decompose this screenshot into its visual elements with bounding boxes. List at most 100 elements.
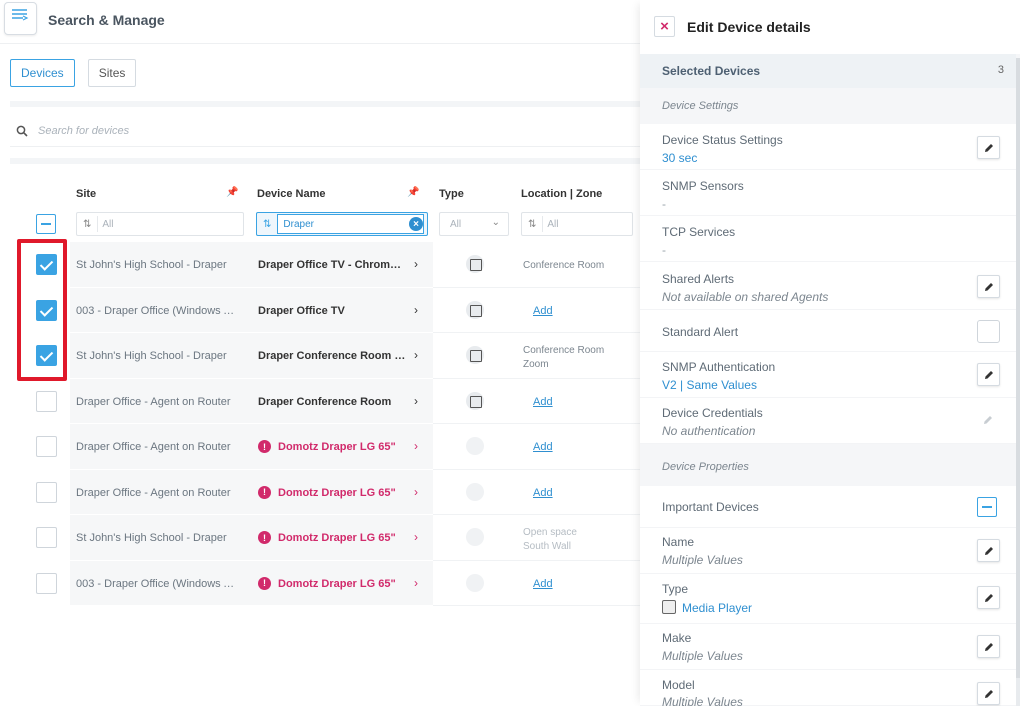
- add-location-link[interactable]: Add: [533, 487, 553, 499]
- prop-label: Make: [662, 631, 692, 645]
- add-location-link[interactable]: Add: [533, 305, 553, 317]
- site-cell: 003 - Draper Office (Windows Agent): [76, 577, 241, 590]
- column-header-type[interactable]: Type: [439, 188, 464, 200]
- pencil-icon: [985, 690, 993, 698]
- prop-label: Important Devices: [662, 500, 759, 514]
- device-name-cell[interactable]: ! Domotz Draper LG 65" ›: [250, 561, 432, 607]
- device-name[interactable]: Draper Office TV - Chromecast: [258, 259, 406, 271]
- panel-title: Edit Device details: [687, 19, 811, 35]
- menu-icon: [12, 9, 29, 21]
- edit-button[interactable]: [977, 586, 1000, 609]
- chevron-right-icon[interactable]: ›: [414, 394, 418, 408]
- table-row[interactable]: St John's High School - Draper Draper Of…: [10, 242, 640, 288]
- row-checkbox[interactable]: [36, 481, 57, 503]
- device-name[interactable]: Draper Conference Room - Zoom: [258, 350, 406, 362]
- clear-filter-icon[interactable]: ×: [409, 217, 423, 231]
- chevron-right-icon[interactable]: ›: [414, 576, 418, 590]
- column-header-device-name[interactable]: Device Name: [257, 188, 326, 200]
- prop-value: Not available on shared Agents: [662, 290, 829, 304]
- prop-label: Device Status Settings: [662, 133, 783, 147]
- device-name[interactable]: Domotz Draper LG 65": [278, 487, 408, 499]
- chevron-right-icon[interactable]: ›: [414, 439, 418, 453]
- device-name-cell[interactable]: ! Domotz Draper LG 65" ›: [250, 424, 432, 470]
- table-row[interactable]: St John's High School - Draper ! Domotz …: [10, 515, 640, 561]
- standard-alert-checkbox[interactable]: [977, 320, 1000, 343]
- edit-button[interactable]: [977, 539, 1000, 562]
- add-location-link[interactable]: Add: [533, 578, 553, 590]
- select-all-checkbox[interactable]: [36, 214, 56, 234]
- edit-button[interactable]: [977, 635, 1000, 658]
- add-location-link[interactable]: Add: [533, 396, 553, 408]
- pencil-icon: [985, 283, 993, 291]
- site-cell: Draper Office - Agent on Router: [76, 441, 231, 453]
- search-input[interactable]: [38, 124, 538, 137]
- device-name-filter-input[interactable]: Draper: [277, 214, 424, 234]
- sort-icon[interactable]: ⇅: [263, 219, 271, 230]
- chevron-right-icon[interactable]: ›: [414, 485, 418, 499]
- section-divider: [10, 101, 640, 107]
- table-row[interactable]: Draper Office - Agent on Router ! Domotz…: [10, 469, 640, 516]
- sort-icon[interactable]: ⇅: [528, 219, 536, 230]
- site-filter-input[interactable]: All: [97, 216, 114, 232]
- row-checkbox[interactable]: [36, 390, 57, 412]
- type-filter[interactable]: All ⌄: [439, 212, 509, 236]
- edit-button[interactable]: [977, 136, 1000, 159]
- device-name[interactable]: Domotz Draper LG 65": [278, 532, 408, 544]
- close-button[interactable]: ×: [654, 16, 675, 37]
- table-row[interactable]: St John's High School - Draper Draper Co…: [10, 333, 640, 379]
- type-cell: [433, 469, 515, 515]
- media-player-icon: [466, 346, 484, 364]
- row-checkbox[interactable]: [36, 436, 57, 457]
- table-row[interactable]: 003 - Draper Office (Windows Agent) Drap…: [10, 287, 640, 334]
- printer-icon: [466, 573, 484, 592]
- selected-devices-bar: Selected Devices 3: [640, 54, 1016, 88]
- table-row[interactable]: Draper Office - Agent on Router Draper C…: [10, 378, 640, 425]
- alert-icon: !: [258, 440, 271, 453]
- pencil-icon: [984, 416, 992, 424]
- important-devices-checkbox[interactable]: [977, 497, 997, 517]
- pencil-icon: [985, 371, 993, 379]
- tab-sites[interactable]: Sites: [87, 59, 137, 87]
- sort-icon[interactable]: ⇅: [83, 219, 91, 230]
- table-row[interactable]: Draper Office - Agent on Router ! Domotz…: [10, 424, 640, 470]
- add-location-link[interactable]: Add: [533, 441, 553, 453]
- device-name-cell[interactable]: Draper Office TV ›: [250, 288, 432, 334]
- tab-devices[interactable]: Devices: [10, 59, 75, 87]
- device-name-cell[interactable]: Draper Conference Room ›: [250, 379, 432, 425]
- column-header-location[interactable]: Location | Zone: [521, 188, 602, 200]
- device-name[interactable]: Draper Office TV: [258, 305, 406, 317]
- chevron-right-icon[interactable]: ›: [414, 303, 418, 317]
- pin-icon[interactable]: 📌: [407, 187, 419, 198]
- device-name-cell[interactable]: ! Domotz Draper LG 65" ›: [250, 515, 432, 561]
- location-cell: Add: [515, 287, 640, 333]
- scrollbar-thumb[interactable]: [1016, 58, 1020, 678]
- chevron-right-icon[interactable]: ›: [414, 257, 418, 271]
- edit-button[interactable]: [977, 682, 1000, 705]
- device-name-cell[interactable]: ! Domotz Draper LG 65" ›: [250, 470, 432, 516]
- pin-icon[interactable]: 📌: [226, 187, 238, 198]
- edit-button[interactable]: [977, 275, 1000, 298]
- chevron-right-icon[interactable]: ›: [414, 530, 418, 544]
- device-name[interactable]: Domotz Draper LG 65": [278, 578, 408, 590]
- device-name[interactable]: Draper Conference Room: [258, 396, 406, 408]
- printer-icon: [466, 528, 484, 546]
- location-filter-input[interactable]: All: [542, 216, 559, 232]
- device-name-cell[interactable]: Draper Conference Room - Zoom ›: [250, 333, 432, 379]
- row-checkbox[interactable]: [36, 527, 57, 548]
- edit-button[interactable]: [977, 363, 1000, 386]
- chevron-right-icon[interactable]: ›: [414, 348, 418, 362]
- column-header-site[interactable]: Site: [76, 188, 96, 200]
- device-name-filter[interactable]: ⇅ Draper ×: [256, 212, 428, 236]
- site-cell: St John's High School - Draper: [76, 259, 227, 271]
- prop-value: No authentication: [662, 424, 756, 438]
- device-name-cell[interactable]: Draper Office TV - Chromecast ›: [250, 242, 432, 288]
- close-icon: ×: [660, 18, 669, 35]
- device-name[interactable]: Domotz Draper LG 65": [278, 441, 408, 453]
- table-row[interactable]: 003 - Draper Office (Windows Agent) ! Do…: [10, 560, 640, 607]
- location-filter[interactable]: ⇅ All: [521, 212, 633, 236]
- site-filter[interactable]: ⇅ All: [76, 212, 244, 236]
- row-checkbox[interactable]: [36, 572, 57, 594]
- type-row: Type Media Player: [640, 574, 1016, 624]
- menu-button[interactable]: [4, 2, 37, 35]
- prop-label: Device Credentials: [662, 406, 763, 420]
